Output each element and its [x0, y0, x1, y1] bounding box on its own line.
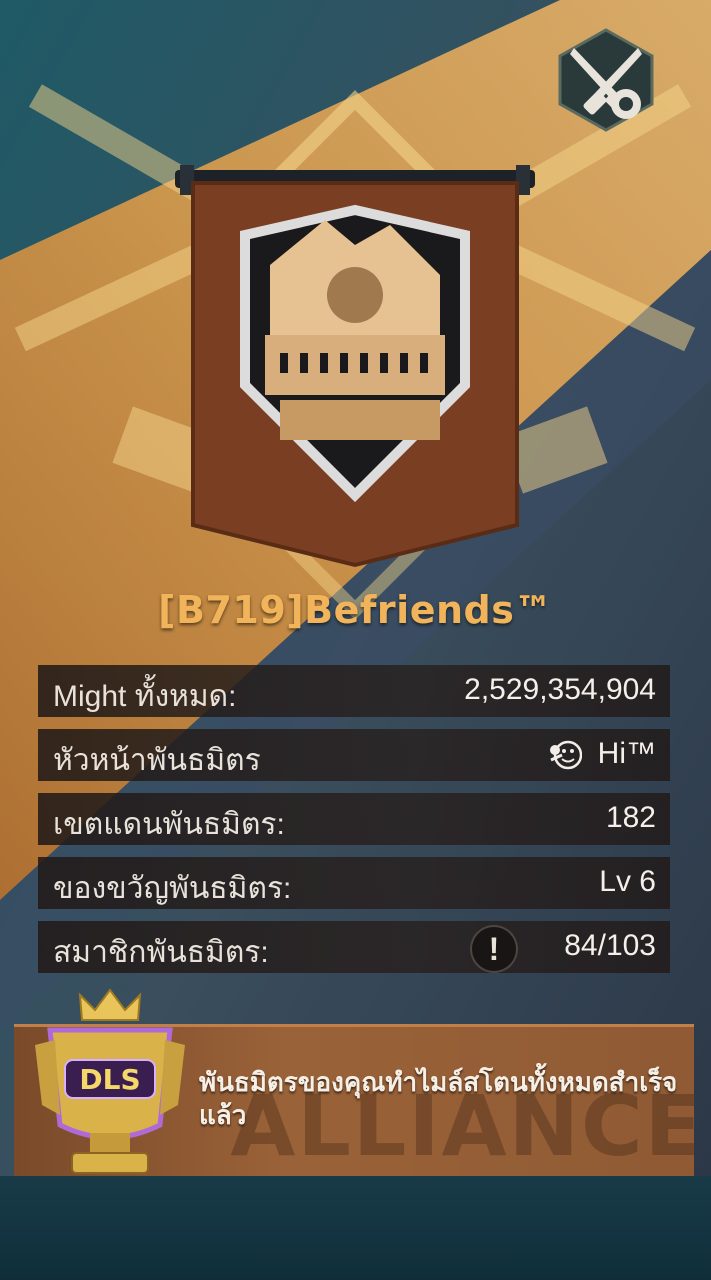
alliance-banner: [175, 165, 535, 568]
stat-value: Lv 6: [599, 865, 656, 898]
alliance-settings-button[interactable]: [556, 28, 656, 132]
rose-icon: [550, 740, 582, 770]
alliance-stats-list: Might ทั้งหมด: 2,529,354,904 หัวหน้าพันธ…: [38, 665, 670, 985]
stat-row-total-might: Might ทั้งหมด: 2,529,354,904: [38, 665, 670, 717]
trophy-label: DLS: [79, 1063, 140, 1096]
exclamation-icon: !: [488, 931, 500, 967]
dls-trophy-icon: DLS: [35, 988, 185, 1174]
alliance-name: [B719]Befriends™: [158, 588, 553, 632]
stat-label: ของขวัญพันธมิตร:: [53, 872, 292, 905]
stat-value: 2,529,354,904: [464, 673, 656, 706]
stat-label: เขตแดนพันธมิตร:: [53, 808, 285, 841]
stat-value: 84/103: [564, 929, 656, 962]
stat-row-alliance-territory: เขตแดนพันธมิตร: 182: [38, 793, 670, 845]
stat-label: Might ทั้งหมด:: [53, 680, 237, 713]
members-alert-button[interactable]: !: [470, 925, 518, 973]
stat-label: สมาชิกพันธมิตร:: [53, 936, 269, 969]
alliance-leader-name[interactable]: Hi™: [598, 737, 656, 771]
stat-row-alliance-gift: ของขวัญพันธมิตร: Lv 6: [38, 857, 670, 909]
gear-icon: [611, 89, 641, 119]
milestone-message: พันธมิตรของคุณทำไมล์สโตนทั้งหมดสำเร็จแล้…: [199, 1068, 678, 1131]
stat-row-alliance-leader[interactable]: หัวหน้าพันธมิตร Hi™: [38, 729, 670, 781]
stat-value: 182: [605, 801, 656, 834]
stat-label: หัวหน้าพันธมิตร: [53, 744, 261, 777]
stat-row-alliance-members: สมาชิกพันธมิตร: ! 84/103: [38, 921, 670, 973]
bottom-bar: [0, 1176, 711, 1280]
